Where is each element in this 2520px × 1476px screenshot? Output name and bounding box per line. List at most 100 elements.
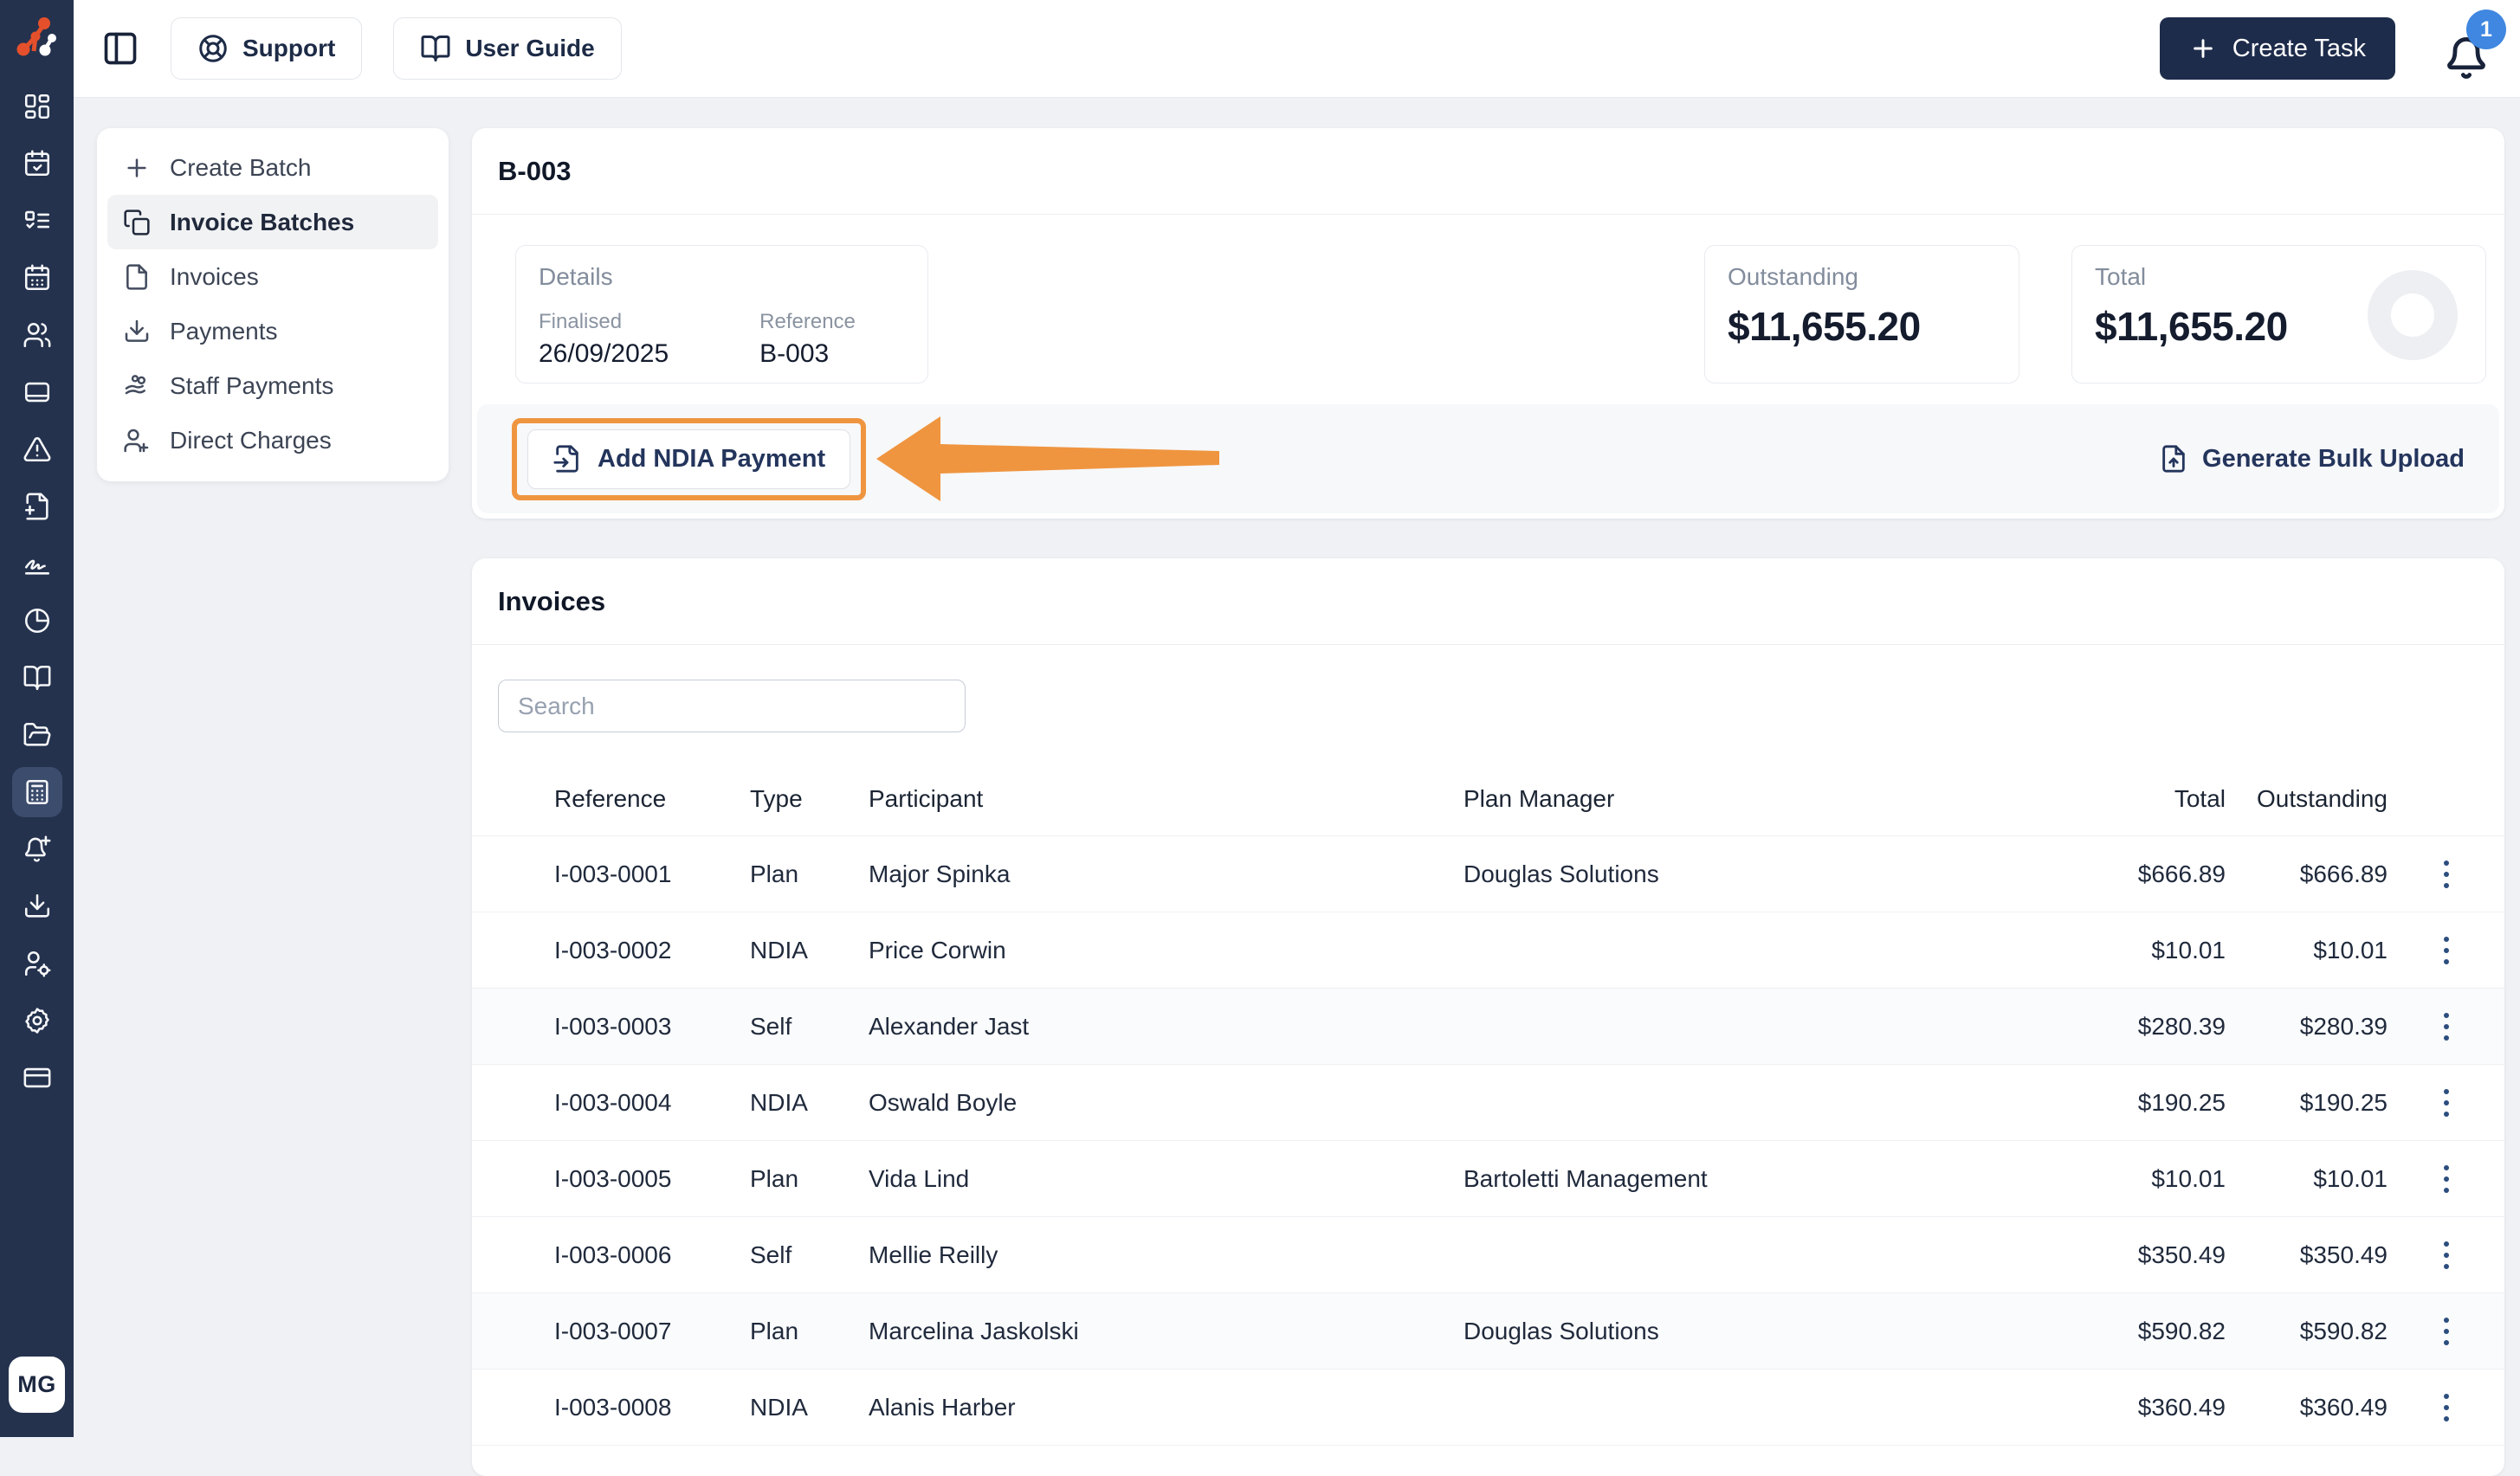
download-icon[interactable] xyxy=(12,881,62,931)
list-todo-icon[interactable] xyxy=(12,196,62,246)
user-avatar[interactable]: MG xyxy=(9,1357,65,1413)
cell-participant: Marcelina Jaskolski xyxy=(869,1317,1079,1344)
search-input[interactable] xyxy=(498,680,966,732)
rail-icon-list xyxy=(11,81,62,1110)
nav-item-invoices[interactable]: Invoices xyxy=(107,249,438,304)
file-input-icon xyxy=(553,445,578,473)
user-guide-button[interactable]: User Guide xyxy=(393,17,622,80)
settings-gear-icon[interactable] xyxy=(12,996,62,1046)
app-window: MG Support User Guide Create Task 1 Crea… xyxy=(0,0,2520,1476)
signature-icon[interactable] xyxy=(12,538,62,589)
table-row[interactable]: I-003-0002 NDIA Price Corwin $10.01 $10.… xyxy=(472,912,2504,988)
calendar-check-icon[interactable] xyxy=(12,139,62,189)
row-actions-menu-button[interactable] xyxy=(2432,1309,2461,1354)
add-ndia-payment-button[interactable]: Add NDIA Payment xyxy=(527,429,851,489)
cell-outstanding: $280.39 xyxy=(2299,1012,2388,1040)
dashboard-icon[interactable] xyxy=(12,81,62,132)
invoices-card: Invoices Reference Type Participant Plan… xyxy=(472,558,2504,1476)
table-row[interactable]: I-003-0007 Plan Marcelina Jaskolski Doug… xyxy=(472,1292,2504,1369)
molecule-logo-icon xyxy=(16,17,56,56)
nav-label: Invoice Batches xyxy=(170,208,355,235)
table-row[interactable]: I-003-0003 Self Alexander Jast $280.39 $… xyxy=(472,988,2504,1064)
col-header-type: Type xyxy=(750,784,803,812)
icon-rail: MG xyxy=(0,0,74,1437)
table-row[interactable]: I-003-0005 Plan Vida Lind Bartoletti Man… xyxy=(472,1140,2504,1216)
finalised-value: 26/09/2025 xyxy=(539,339,669,368)
cell-total: $350.49 xyxy=(2137,1241,2226,1268)
support-button[interactable]: Support xyxy=(171,17,363,80)
row-actions-menu-button[interactable] xyxy=(2432,1004,2461,1049)
user-gear-icon[interactable] xyxy=(12,938,62,989)
user-guide-label: User Guide xyxy=(465,35,595,61)
finalised-field: Finalised 26/09/2025 xyxy=(539,310,669,369)
row-actions-menu-button[interactable] xyxy=(2432,852,2461,897)
row-actions-menu-button[interactable] xyxy=(2432,1233,2461,1278)
credit-card-icon[interactable] xyxy=(12,1053,62,1103)
cell-reference: I-003-0003 xyxy=(554,1012,672,1040)
cell-reference: I-003-0002 xyxy=(554,936,672,964)
download-icon xyxy=(125,319,149,342)
book-open-icon[interactable] xyxy=(12,653,62,703)
col-header-total: Total xyxy=(2174,784,2226,812)
table-row[interactable]: I-003-0008 NDIA Alanis Harber $360.49 $3… xyxy=(472,1369,2504,1445)
notebook-icon[interactable] xyxy=(12,367,62,417)
bell-plus-icon[interactable] xyxy=(12,824,62,874)
file-plus-icon[interactable] xyxy=(12,481,62,532)
details-heading: Details xyxy=(539,263,613,290)
cell-participant: Oswald Boyle xyxy=(869,1088,1018,1116)
file-icon xyxy=(126,263,147,290)
plus-icon xyxy=(127,158,146,177)
brand-logo xyxy=(0,0,74,78)
users-icon[interactable] xyxy=(12,310,62,360)
col-header-reference: Reference xyxy=(554,784,667,812)
annotation-arrow xyxy=(876,416,1220,501)
cell-reference: I-003-0005 xyxy=(554,1164,672,1192)
chart-pie-icon[interactable] xyxy=(12,596,62,646)
copy-icon xyxy=(124,209,150,235)
reference-label: Reference xyxy=(759,310,856,333)
finalised-label: Finalised xyxy=(539,310,623,333)
row-actions-menu-button[interactable] xyxy=(2432,1385,2461,1430)
row-actions-menu-button[interactable] xyxy=(2432,928,2461,973)
total-stat-card: Total $11,655.20 xyxy=(2071,245,2486,384)
notifications-button[interactable]: 1 xyxy=(2444,10,2506,82)
alert-triangle-icon[interactable] xyxy=(12,424,62,474)
batch-summary-card: B-003 Details Finalised 26/09/2025 Refer… xyxy=(472,128,2504,519)
generate-bulk-upload-button[interactable]: Generate Bulk Upload xyxy=(2159,444,2465,474)
outstanding-label: Outstanding xyxy=(1728,263,1858,290)
nav-item-invoice-batches[interactable]: Invoice Batches xyxy=(107,195,438,249)
generate-bulk-upload-label: Generate Bulk Upload xyxy=(2202,444,2465,473)
nav-item-staff-payments[interactable]: Staff Payments xyxy=(107,358,438,413)
row-actions-menu-button[interactable] xyxy=(2432,1080,2461,1125)
sidebar-toggle-button[interactable] xyxy=(101,29,139,68)
table-header-row: Reference Type Participant Plan Manager … xyxy=(472,762,2504,835)
cell-total: $10.01 xyxy=(2151,936,2226,964)
calendar-icon[interactable] xyxy=(12,253,62,303)
nav-item-payments[interactable]: Payments xyxy=(107,304,438,358)
cell-type: Self xyxy=(750,1241,792,1268)
cell-reference: I-003-0007 xyxy=(554,1317,672,1344)
table-row[interactable]: I-003-0001 Plan Major Spinka Douglas Sol… xyxy=(472,835,2504,912)
cell-reference: I-003-0004 xyxy=(554,1088,672,1116)
folder-open-icon[interactable] xyxy=(12,710,62,760)
create-task-button[interactable]: Create Task xyxy=(2159,17,2395,80)
cell-total: $360.49 xyxy=(2137,1393,2226,1421)
cell-type: Plan xyxy=(750,1164,799,1192)
cell-total: $280.39 xyxy=(2137,1012,2226,1040)
main-content: Create Batch Invoice Batches Invoices Pa… xyxy=(74,98,2520,1476)
cell-outstanding: $350.49 xyxy=(2299,1241,2388,1268)
add-ndia-payment-label: Add NDIA Payment xyxy=(598,444,826,473)
cell-type: NDIA xyxy=(750,1088,808,1116)
cell-reference: I-003-0001 xyxy=(554,860,672,887)
nav-item-direct-charges[interactable]: Direct Charges xyxy=(107,413,438,467)
invoices-rail-icon[interactable] xyxy=(11,767,62,817)
lifebuoy-icon xyxy=(199,35,227,62)
row-actions-menu-button[interactable] xyxy=(2432,1157,2461,1202)
cell-reference: I-003-0006 xyxy=(554,1241,672,1268)
invoices-table: Reference Type Participant Plan Manager … xyxy=(472,762,2504,1456)
cell-outstanding: $360.49 xyxy=(2299,1393,2388,1421)
nav-item-create-batch[interactable]: Create Batch xyxy=(107,140,438,195)
table-row[interactable]: I-003-0006 Self Mellie Reilly $350.49 $3… xyxy=(472,1216,2504,1292)
plus-icon xyxy=(2193,39,2213,58)
table-row[interactable]: I-003-0004 NDIA Oswald Boyle $190.25 $19… xyxy=(472,1064,2504,1140)
